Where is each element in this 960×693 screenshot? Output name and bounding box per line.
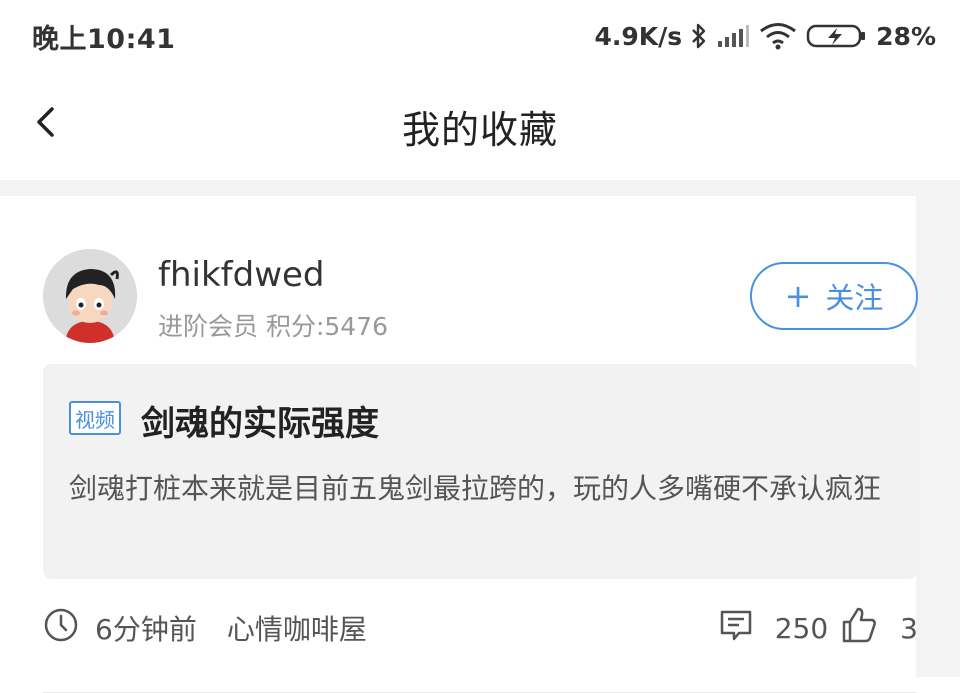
status-time: 晚上10:41: [32, 23, 176, 55]
like-count: 3: [900, 611, 918, 645]
thumbs-up-icon[interactable]: [828, 606, 900, 651]
follow-button[interactable]: + 关注: [750, 262, 918, 330]
follow-label: 关注: [825, 281, 884, 315]
post-stats: 250 3: [719, 606, 918, 651]
post-content[interactable]: 视频 剑魂的实际强度 剑魂打桩本来就是目前五鬼剑最拉跨的，玩的人多嘴硬不承认疯狂: [43, 364, 917, 579]
plus-icon: +: [784, 277, 812, 315]
post-category[interactable]: 心情咖啡屋: [227, 608, 367, 648]
favorite-post-card[interactable]: fhikfdwed 进阶会员 积分:5476 + 关注 视频 剑魂的实际强度 剑…: [0, 196, 918, 693]
page-title: 我的收藏: [401, 107, 558, 152]
video-badge: 视频: [69, 401, 121, 435]
favorites-list: fhikfdwed 进阶会员 积分:5476 + 关注 视频 剑魂的实际强度 剑…: [0, 180, 960, 693]
battery-charging-icon: [806, 22, 868, 50]
username[interactable]: fhikfdwed: [158, 255, 325, 295]
avatar[interactable]: [43, 249, 137, 343]
post-title: 剑魂的实际强度: [141, 404, 379, 444]
post-excerpt: 剑魂打桩本来就是目前五鬼剑最拉跨的，玩的人多嘴硬不承认疯狂: [69, 472, 882, 505]
status-bar: 晚上10:41 4.9K/s 28%: [0, 0, 960, 72]
status-indicators: 4.9K/s 28%: [594, 22, 936, 51]
clock-icon: [43, 607, 95, 650]
signal-icon: [716, 23, 750, 49]
wifi-icon: [758, 22, 798, 50]
chevron-left-icon: [34, 106, 58, 142]
back-button[interactable]: [24, 102, 68, 146]
post-time: 6分钟前: [95, 613, 197, 646]
network-speed: 4.9K/s: [594, 21, 683, 51]
comment-count: 250: [774, 611, 829, 645]
user-level-points: 进阶会员 积分:5476: [158, 312, 388, 341]
top-navbar: 我的收藏: [0, 72, 960, 180]
bluetooth-icon: [690, 22, 708, 50]
comment-icon[interactable]: [719, 608, 775, 649]
battery-percent: 28%: [876, 21, 936, 51]
post-footer: 6分钟前 心情咖啡屋 250 3: [43, 606, 918, 650]
